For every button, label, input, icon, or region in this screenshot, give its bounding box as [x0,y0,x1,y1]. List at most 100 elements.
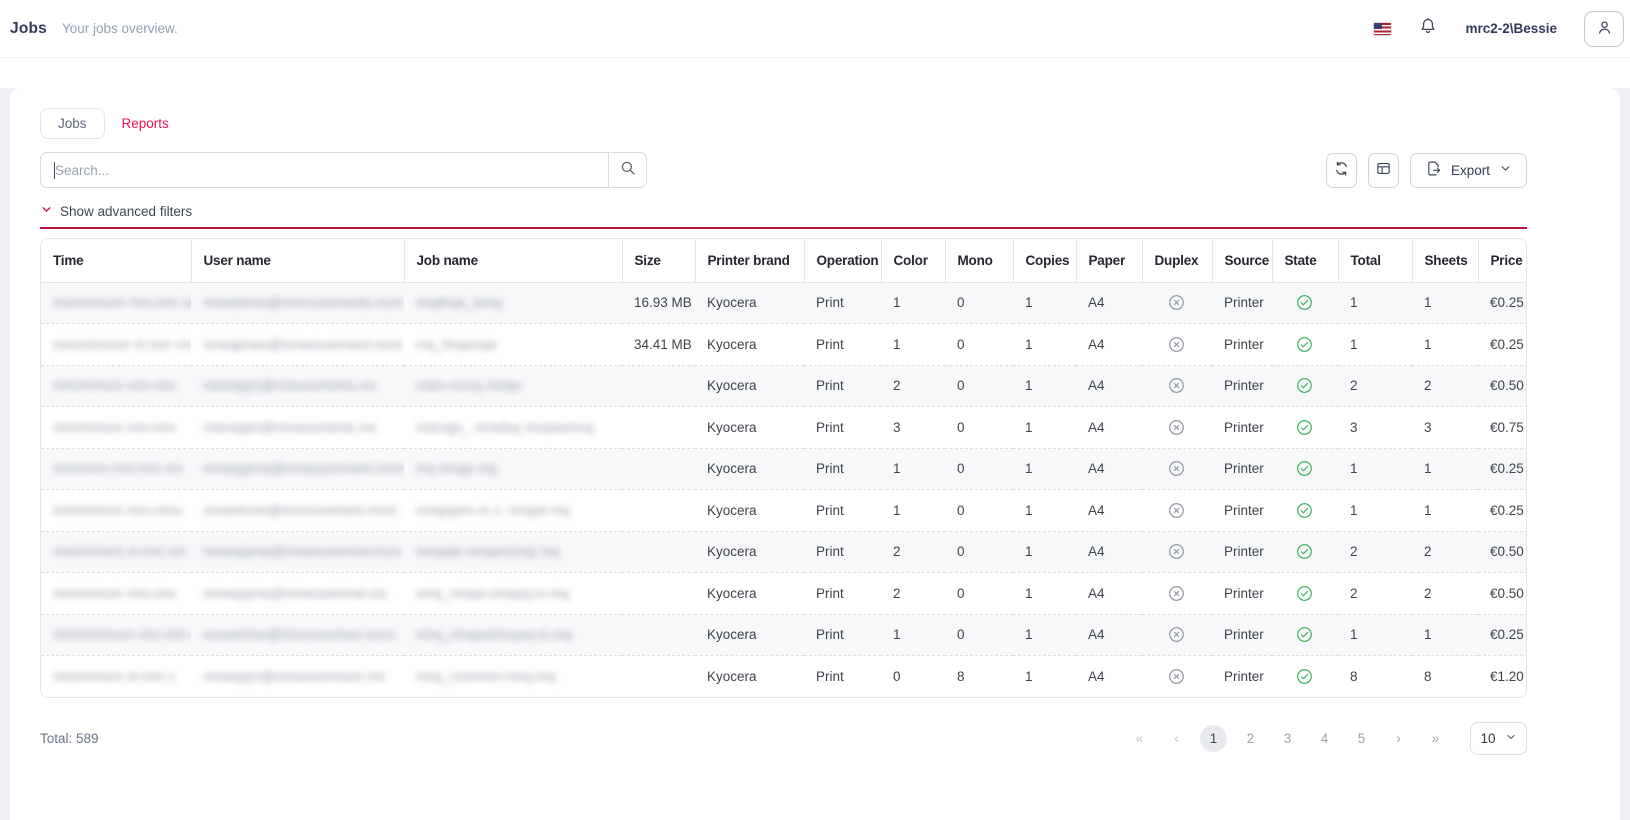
column-header-duplex[interactable]: Duplex [1142,239,1212,282]
pagination-page-3[interactable]: 3 [1269,731,1306,746]
redacted-text: mnq_mxmmm-mnq-mq [416,669,556,684]
column-header-state[interactable]: State [1272,239,1338,282]
tab-jobs[interactable]: Jobs [40,108,105,139]
export-label: Export [1451,163,1490,178]
cell-color: 0 [881,656,945,698]
cell-mono: 0 [945,490,1013,532]
export-button[interactable]: Export [1410,153,1527,188]
state-success-icon [1296,460,1326,477]
column-header-color[interactable]: Color [881,239,945,282]
page-size-select[interactable]: 10 [1470,722,1527,755]
cell-sheets: 1 [1412,448,1478,490]
column-header-mono[interactable]: Mono [945,239,1013,282]
cell-mono: 0 [945,573,1013,615]
column-header-printer-brand[interactable]: Printer brand [695,239,804,282]
redacted-text: mq_fmqenqw [416,337,497,352]
username-label[interactable]: mrc2-2\Bessie [1465,21,1557,36]
pagination-page-4[interactable]: 4 [1306,731,1343,746]
cell-mono: 0 [945,614,1013,656]
cell-total: 2 [1338,573,1412,615]
pagination-prev-button[interactable]: ‹ [1158,731,1195,746]
pagination-first-button[interactable]: « [1121,731,1158,746]
cell-user-blurred: mwnejqm@mnwoxmwnls.mc [191,365,404,407]
cell-state [1272,407,1338,449]
pagination-page-1[interactable]: 1 [1195,725,1232,752]
toolbar: Export [40,152,1527,188]
tab-reports[interactable]: Reports [105,108,186,139]
user-menu-button[interactable] [1584,11,1624,47]
cell-color: 1 [881,490,945,532]
column-header-sheets[interactable]: Sheets [1412,239,1478,282]
columns-table-icon [1375,160,1392,180]
table-row[interactable]: mm/m/mxxm m:mm xmmneqjmwe@mnwovxemwnl.mc… [41,324,1527,366]
table-row[interactable]: mm/m/mxm m:mm xmnwejqm@mnwoxemnwm.mcmnq_… [41,656,1527,698]
column-header-time[interactable]: Time [41,239,191,282]
cell-duplex [1142,531,1212,573]
columns-button[interactable] [1368,153,1399,188]
cell-state [1272,573,1338,615]
page-subtitle: Your jobs overview. [62,21,178,36]
pagination-page-2[interactable]: 2 [1232,731,1269,746]
cell-size [622,614,695,656]
column-header-paper[interactable]: Paper [1076,239,1142,282]
cell-time-blurred: mm/mxm mm:mm xm [41,448,191,490]
cell-operation: Print [804,324,881,366]
column-header-job-name[interactable]: Job name [404,239,622,282]
column-header-user-name[interactable]: User name [191,239,404,282]
cell-sheets: 1 [1412,282,1478,324]
cell-job-blurred: mnq_mnqw-mnqxq-m.mq [404,573,622,615]
table-row[interactable]: mm/m/mxm mm:mmmwnejqm@mnwoxmwnls.mcmwnqj… [41,407,1527,449]
cell-copies: 1 [1013,531,1076,573]
tab-bar: Jobs Reports [40,108,1527,139]
cell-price: €0.25 [1478,614,1527,656]
advanced-filters-toggle[interactable]: Show advanced filters [40,203,192,219]
column-header-source[interactable]: Source [1212,239,1272,282]
search-button[interactable] [608,153,646,187]
cell-total: 2 [1338,365,1412,407]
cell-total: 8 [1338,656,1412,698]
language-flag-icon[interactable] [1374,23,1391,35]
table-row[interactable]: mm/m/mxm m:mm xmmnwejqmw@mnwovxemnw.mcmm… [41,531,1527,573]
column-header-total[interactable]: Total [1338,239,1412,282]
cell-sheets: 1 [1412,490,1478,532]
column-header-price[interactable]: Price [1478,239,1527,282]
jobs-table: TimeUser nameJob nameSizePrinter brandOp… [41,239,1527,697]
table-row[interactable]: mm/m/mxm mm:mmmwnejqm@mnwoxmwnls.mcmwn-m… [41,365,1527,407]
cell-price: €0.25 [1478,324,1527,366]
table-row[interactable]: mx/m/mxxm mm:mm xmmxwelmne@mnrovxemwnls.… [41,282,1527,324]
pagination-page-5[interactable]: 5 [1343,731,1380,746]
cell-total: 1 [1338,324,1412,366]
duplex-off-icon [1168,502,1200,519]
table-row[interactable]: mm/mxm mm:mm xmmnwejqmw@mnwoxemnwm.mcmmq… [41,448,1527,490]
cell-total: 1 [1338,448,1412,490]
tab-reports-label: Reports [122,116,169,131]
cell-operation: Print [804,365,881,407]
cell-brand: Kyocera [695,407,804,449]
page-size-value: 10 [1480,731,1495,746]
pagination-next-button[interactable]: › [1380,731,1417,746]
search-input[interactable] [41,153,608,187]
redacted-text: mm/mxm mm:mm xm [53,461,183,476]
table-row[interactable]: mm/m/mxm mm:mmxmxwelmne@mnrovxemwnl.mcmm… [41,490,1527,532]
state-success-icon [1296,626,1326,643]
redacted-text: mm/m/mxxm m:mm xm [53,337,191,352]
page-title: Jobs [10,20,47,38]
column-header-copies[interactable]: Copies [1013,239,1076,282]
column-header-size[interactable]: Size [622,239,695,282]
cell-sheets: 1 [1412,324,1478,366]
chevron-down-icon [1505,731,1517,746]
cell-operation: Print [804,656,881,698]
table-row[interactable]: mm/mm/mxm mm:mm xmxwelmne@mnrovxemwn.mcm… [41,614,1527,656]
pagination-last-button[interactable]: » [1417,731,1454,746]
refresh-button[interactable] [1326,153,1357,188]
column-header-operation[interactable]: Operation [804,239,881,282]
cell-source: Printer [1212,365,1272,407]
cell-state [1272,656,1338,698]
notifications-bell-icon[interactable] [1418,16,1438,41]
refresh-icon [1333,160,1350,180]
state-success-icon [1296,543,1326,560]
cell-copies: 1 [1013,656,1076,698]
redacted-text: mwjfnqe_lwnq [416,295,502,310]
state-success-icon [1296,585,1326,602]
table-row[interactable]: mm/m/mxm mm:mmmnwejqmw@mnwoxemnwl.mcmnq_… [41,573,1527,615]
